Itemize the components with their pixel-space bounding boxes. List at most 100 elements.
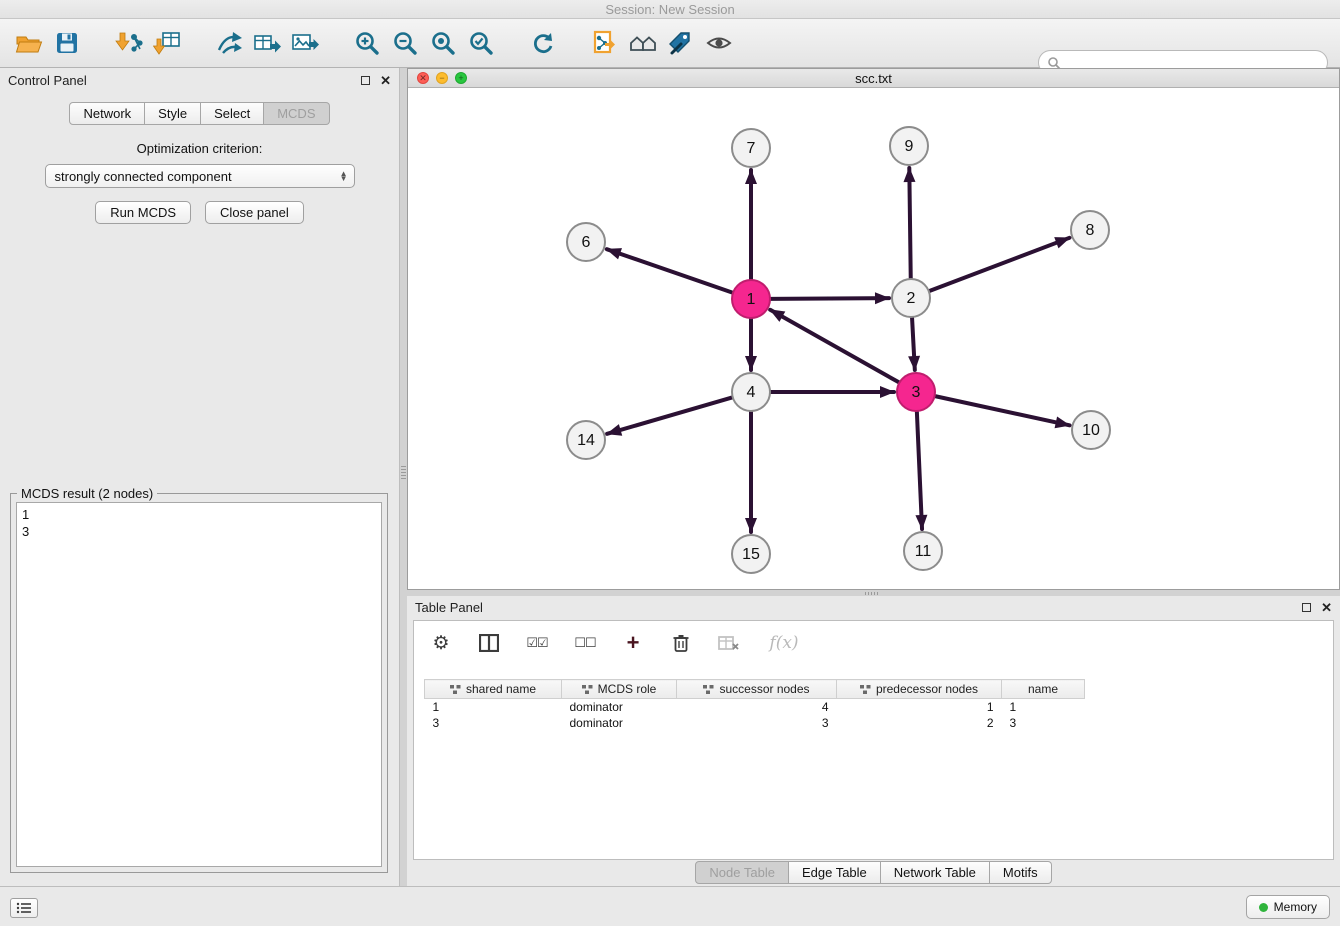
run-mcds-button[interactable]: Run MCDS: [95, 201, 191, 224]
export-image-button[interactable]: [286, 23, 324, 63]
memory-button[interactable]: Memory: [1246, 895, 1330, 919]
zoom-fit-button[interactable]: [424, 23, 462, 63]
cell-successor-nodes[interactable]: 3: [677, 715, 837, 731]
cell-shared-name[interactable]: 1: [425, 699, 562, 715]
import-network-button[interactable]: [110, 23, 148, 63]
graph-edge-3-11[interactable]: [917, 412, 922, 529]
float-table-panel-icon[interactable]: [1302, 603, 1311, 612]
open-session-button[interactable]: [10, 23, 48, 63]
mcds-result-list[interactable]: 1 3: [16, 502, 382, 867]
delete-column-button[interactable]: [716, 630, 742, 656]
graph-edge-2-3[interactable]: [912, 318, 915, 370]
first-neighbors-button[interactable]: [586, 23, 624, 63]
float-panel-icon[interactable]: [361, 76, 370, 85]
show-columns-button[interactable]: [476, 630, 502, 656]
add-column-button[interactable]: +: [620, 630, 646, 656]
tab-network[interactable]: Network: [69, 102, 145, 125]
graph-node-3[interactable]: 3: [897, 373, 935, 411]
mcds-result-group: MCDS result (2 nodes) 1 3: [10, 493, 388, 873]
tab-motifs[interactable]: Motifs: [990, 861, 1052, 884]
refresh-layout-button[interactable]: [524, 23, 562, 63]
save-session-icon: [55, 31, 79, 55]
graph-node-2[interactable]: 2: [892, 279, 930, 317]
graph-node-4[interactable]: 4: [732, 373, 770, 411]
graph-edge-1-6[interactable]: [607, 249, 732, 292]
graph-edge-4-14[interactable]: [607, 398, 732, 434]
select-all-button[interactable]: ☑☑: [524, 630, 550, 656]
table-header-row: shared name MCDS role successor nodes pr…: [425, 680, 1085, 699]
cell-shared-name[interactable]: 3: [425, 715, 562, 731]
share-network-button[interactable]: [210, 23, 248, 63]
zoom-selected-button[interactable]: [462, 23, 500, 63]
save-session-button[interactable]: [48, 23, 86, 63]
cell-name[interactable]: 3: [1002, 715, 1085, 731]
graph-node-6[interactable]: 6: [567, 223, 605, 261]
graph-edge-1-2[interactable]: [771, 298, 889, 299]
refresh-layout-icon: [530, 30, 556, 56]
tab-style[interactable]: Style: [145, 102, 201, 125]
tab-mcds[interactable]: MCDS: [264, 102, 329, 125]
close-panel-button[interactable]: Close panel: [205, 201, 304, 224]
column-header-mcds-role[interactable]: MCDS role: [562, 680, 677, 699]
column-header-successor-nodes[interactable]: successor nodes: [677, 680, 837, 699]
tab-select[interactable]: Select: [201, 102, 264, 125]
network-window-titlebar[interactable]: scc.txt ✕ − +: [408, 69, 1339, 88]
graph-edge-3-1[interactable]: [770, 310, 898, 382]
vertical-splitter[interactable]: [400, 68, 407, 886]
table-row[interactable]: 3 dominator 3 2 3: [425, 715, 1085, 731]
graph-node-8[interactable]: 8: [1071, 211, 1109, 249]
graph-edge-2-9[interactable]: [909, 168, 910, 278]
delete-column-icon: [718, 634, 740, 652]
import-table-button[interactable]: [148, 23, 186, 63]
graph-node-9[interactable]: 9: [890, 127, 928, 165]
zoom-out-icon: [392, 30, 418, 56]
table-settings-button[interactable]: ⚙: [428, 630, 454, 656]
minimize-window-icon[interactable]: −: [436, 72, 448, 84]
network-overview-button[interactable]: [624, 23, 662, 63]
graph-node-15[interactable]: 15: [732, 535, 770, 573]
graph-node-1[interactable]: 1: [732, 280, 770, 318]
cell-name[interactable]: 1: [1002, 699, 1085, 715]
column-type-icon: [450, 685, 461, 694]
task-history-button[interactable]: [10, 898, 38, 918]
graph-node-14[interactable]: 14: [567, 421, 605, 459]
function-builder-button[interactable]: f(x): [764, 630, 804, 656]
column-header-name[interactable]: name: [1002, 680, 1085, 699]
cell-successor-nodes[interactable]: 4: [677, 699, 837, 715]
graph-node-7[interactable]: 7: [732, 129, 770, 167]
zoom-in-button[interactable]: [348, 23, 386, 63]
cell-mcds-role[interactable]: dominator: [562, 699, 677, 715]
tab-network-table[interactable]: Network Table: [881, 861, 990, 884]
graph-node-10[interactable]: 10: [1072, 411, 1110, 449]
network-canvas[interactable]: 7 9 6 8 1 2 4 3 14 10 15 11: [408, 88, 1339, 589]
window-titlebar[interactable]: Session: New Session: [0, 0, 1340, 19]
tab-node-table[interactable]: Node Table: [695, 861, 789, 884]
table-row[interactable]: 1 dominator 4 1 1: [425, 699, 1085, 715]
main-toolbar: [0, 19, 1340, 68]
column-header-predecessor-nodes[interactable]: predecessor nodes: [837, 680, 1002, 699]
optimization-criterion-select[interactable]: strongly connected component ▲▼: [45, 164, 355, 188]
column-header-shared-name[interactable]: shared name: [425, 680, 562, 699]
close-panel-icon[interactable]: ✕: [380, 74, 391, 87]
graph-node-11[interactable]: 11: [904, 532, 942, 570]
zoom-out-button[interactable]: [386, 23, 424, 63]
delete-row-button[interactable]: [668, 630, 694, 656]
export-table-button[interactable]: [248, 23, 286, 63]
tab-edge-table[interactable]: Edge Table: [789, 861, 881, 884]
svg-text:7: 7: [747, 140, 756, 157]
cell-predecessor-nodes[interactable]: 1: [837, 699, 1002, 715]
graph-edge-3-10[interactable]: [936, 396, 1070, 425]
maximize-window-icon[interactable]: +: [455, 72, 467, 84]
list-icon: [16, 902, 32, 914]
close-table-panel-icon[interactable]: ✕: [1321, 601, 1332, 614]
cell-predecessor-nodes[interactable]: 2: [837, 715, 1002, 731]
graph-edge-2-8[interactable]: [930, 238, 1070, 291]
close-window-icon[interactable]: ✕: [417, 72, 429, 84]
svg-text:9: 9: [905, 138, 914, 155]
show-hide-button[interactable]: [700, 23, 738, 63]
zoom-fit-icon: [430, 30, 456, 56]
cell-mcds-role[interactable]: dominator: [562, 715, 677, 731]
deselect-all-button[interactable]: ☐☐: [572, 630, 598, 656]
style-tag-button[interactable]: [662, 23, 700, 63]
control-panel: Control Panel ✕ Network Style Select MCD…: [0, 68, 400, 886]
